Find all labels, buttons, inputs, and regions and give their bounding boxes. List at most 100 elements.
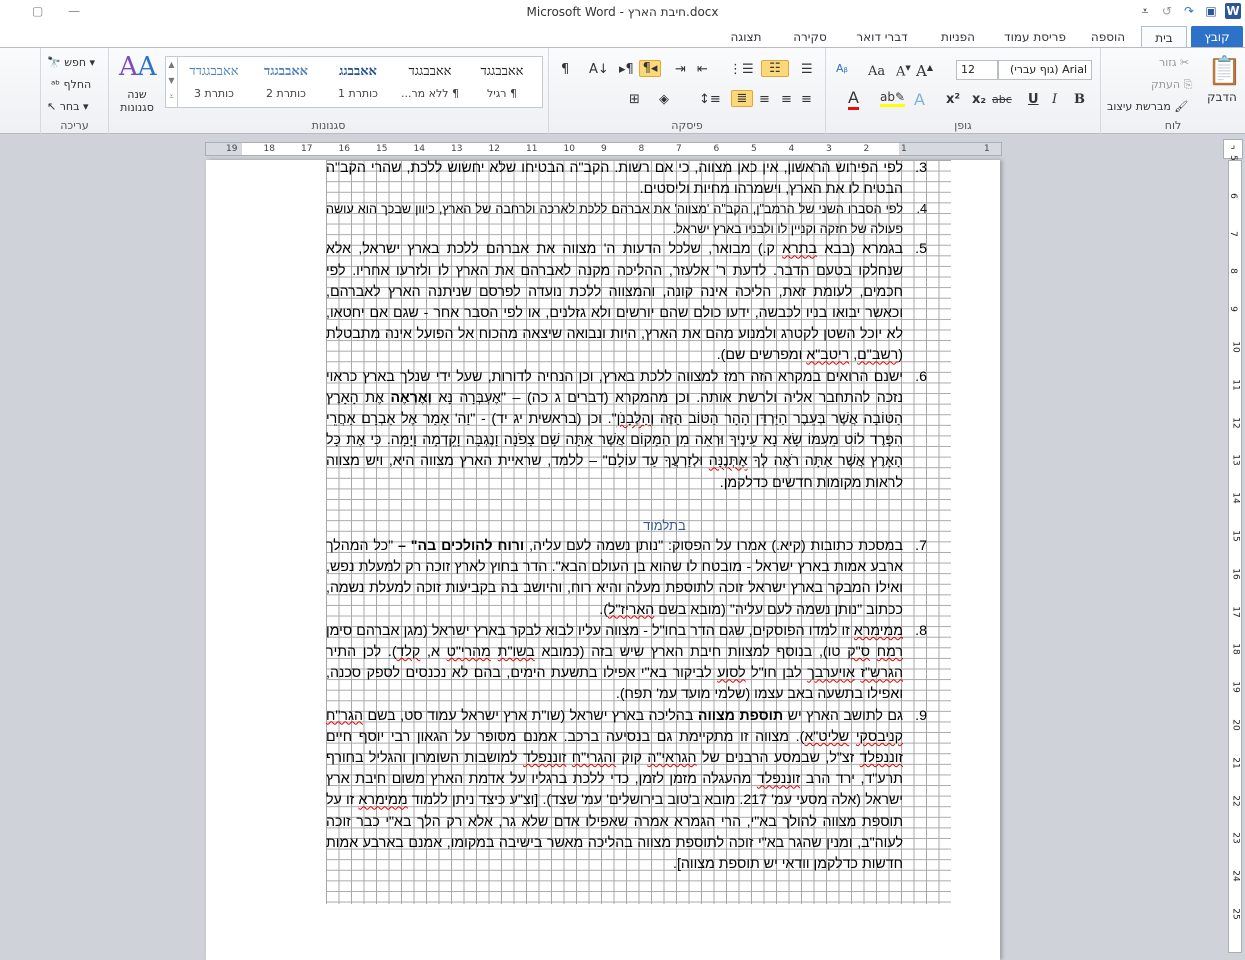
spelling-error-text: האריז"ל xyxy=(607,601,655,618)
paragraph-text: בגמרא (בבא xyxy=(817,241,903,258)
gallery-scroll[interactable]: ▲ ▼ ⩡ xyxy=(166,57,178,107)
change-styles-button[interactable]: שנה סגנונות xyxy=(115,88,159,114)
style-sample: אאבבגגד xyxy=(263,64,309,79)
font-color-icon[interactable]: A xyxy=(848,88,859,110)
tab-file[interactable]: קובץ xyxy=(1191,26,1243,48)
style-no-spacing[interactable]: אאבבגגד ¶ ללא מר... xyxy=(394,63,466,100)
ruler-tick: 12 xyxy=(1230,416,1241,429)
ruler-tick: 10 xyxy=(563,144,575,154)
tab-insert[interactable]: הוספה xyxy=(1083,26,1133,48)
clear-formatting-icon[interactable]: Aᵦ xyxy=(836,62,848,75)
tab-view[interactable]: תצוגה xyxy=(721,26,771,48)
list-paragraph: 5. בגמרא (בבא בתרא ק.) מבואר, שלכל הדעות … xyxy=(326,239,927,366)
justify-icon[interactable]: ≣ xyxy=(731,90,753,107)
paragraph-text: לפי הפירוש הראשון, אין כאן מצווה, כי אם … xyxy=(326,160,903,198)
superscript-icon[interactable]: x² xyxy=(946,92,960,107)
tab-references[interactable]: הפניות xyxy=(933,26,983,48)
highlight-color-icon[interactable]: ab✎ xyxy=(880,90,906,107)
style-heading-2[interactable]: אאבבגגד כותרת 2 xyxy=(250,63,322,100)
document-page[interactable]: 3. לפי הפירוש הראשון, אין כאן מצווה, כי א… xyxy=(206,160,1000,960)
align-left-icon[interactable]: ≡ xyxy=(759,92,770,107)
paste-icon[interactable]: 📋 xyxy=(1207,54,1242,87)
ltr-direction-icon[interactable]: ▸¶ xyxy=(619,62,634,77)
find-button[interactable]: ▾ חפש 🔭 xyxy=(47,56,95,69)
horizontal-ruler[interactable]: 19 18 17 16 15 14 13 12 11 10 9 8 7 6 5 4 3 2 1 1 xyxy=(205,142,1002,156)
ruler-tick: 17 xyxy=(1230,605,1241,618)
ruler-tick: 21 xyxy=(1230,757,1241,769)
select-button[interactable]: ▾ בחר ↖ xyxy=(47,100,89,113)
style-name: ¶ רגיל xyxy=(487,87,517,100)
numbering-icon[interactable]: ☷ xyxy=(761,60,789,77)
strikethrough-icon[interactable]: abc xyxy=(992,93,1012,106)
style-heading-3[interactable]: אאבבגגדד כותרת 3 xyxy=(178,63,250,100)
font-size-select[interactable]: 12 xyxy=(956,60,998,80)
borders-icon[interactable]: ⊞ xyxy=(629,92,640,107)
paste-button[interactable]: הדבק xyxy=(1207,90,1237,104)
rtl-direction-icon[interactable]: ¶◂ xyxy=(639,60,661,77)
spelling-error-text: אויערבך xyxy=(807,665,855,682)
tab-review[interactable]: סקירה xyxy=(785,26,835,48)
customize-qat-icon[interactable]: ⩡ xyxy=(1137,3,1153,19)
bullets-icon[interactable]: ☰ xyxy=(801,62,813,77)
section-heading: בתלמוד xyxy=(643,517,686,533)
document-body[interactable]: 3. לפי הפירוש הראשון, אין כאן מצווה, כי א… xyxy=(326,158,927,875)
paragraph-text: בהליכה בארץ ישראל (שו"ת ארץ ישראל עמוד ס… xyxy=(362,707,698,724)
tab-mailings[interactable]: דברי דואר xyxy=(847,26,917,48)
ruler-tick: 16 xyxy=(1230,568,1241,580)
style-heading-1[interactable]: אאבבגג כותרת 1 xyxy=(322,63,394,100)
redo-icon[interactable]: ↷ xyxy=(1181,3,1197,19)
tab-page-layout[interactable]: פריסת עמוד xyxy=(995,26,1075,48)
ruler-tick: 24 xyxy=(1230,870,1241,882)
spelling-error-text: הגר"ח xyxy=(326,707,363,724)
paragraph-text: ומפרשים שם). xyxy=(716,347,807,364)
align-right-icon[interactable]: ≡ xyxy=(801,92,812,107)
spelling-error-text: זוננפלד xyxy=(523,750,567,767)
copy-button[interactable]: ⎘ העתק xyxy=(1151,78,1192,92)
list-number: 6. xyxy=(915,368,927,385)
bold-icon[interactable]: B xyxy=(1074,92,1085,107)
increase-indent-icon[interactable]: ⇥ xyxy=(675,62,686,77)
style-name: כותרת 3 xyxy=(194,87,234,100)
format-painter-button[interactable]: 🖌 מברשת עיצוב xyxy=(1107,100,1188,113)
ruler-tick: 11 xyxy=(526,144,538,154)
save-icon[interactable]: ▣ xyxy=(1203,3,1219,19)
change-styles-icon[interactable]: AA xyxy=(119,52,157,82)
spelling-error-text: רמח xyxy=(876,644,903,661)
multilevel-list-icon[interactable]: ⋮☰ xyxy=(729,62,754,77)
tab-home[interactable]: בית xyxy=(1141,26,1187,48)
line-spacing-icon[interactable]: ↕≡ xyxy=(699,92,721,107)
italic-icon[interactable]: I xyxy=(1052,92,1057,107)
ruler-tick: 15 xyxy=(1230,530,1241,542)
vertical-ruler[interactable]: 5 6 7 8 9 10 11 12 13 14 15 16 17 18 19 20 21 22 23 24 25 xyxy=(1227,155,1242,953)
text-effects-icon[interactable]: A xyxy=(914,90,925,109)
ruler-tick: 5 xyxy=(751,144,757,154)
style-sample: אאבבגגד xyxy=(480,64,524,79)
spelling-error-text: וְהַלְּבָנֹן xyxy=(616,411,655,428)
shrink-font-icon[interactable]: A▼ xyxy=(896,64,911,79)
sort-icon[interactable]: A↓ xyxy=(589,62,609,77)
underline-icon[interactable]: U xyxy=(1028,92,1039,107)
ruler-tick: 3 xyxy=(826,144,832,154)
list-number: 5. xyxy=(915,241,927,258)
font-name-select[interactable]: Arial (גוף עברי) xyxy=(998,60,1092,80)
list-number: 9. xyxy=(915,707,927,724)
align-center-icon[interactable]: ≡ xyxy=(781,92,792,107)
window-title: Microsoft Word - חיבת הארץ.docx xyxy=(526,5,719,19)
ruler-tick: 13 xyxy=(1230,454,1241,467)
change-case-icon[interactable]: Aa xyxy=(868,64,885,79)
replace-button[interactable]: החלף ᵃᵇ xyxy=(51,78,91,91)
cut-button[interactable]: ✂ גזור xyxy=(1159,56,1189,69)
style-normal[interactable]: אאבבגגד ¶ רגיל xyxy=(466,63,538,100)
bold-text: תוספת מצווה xyxy=(697,707,784,724)
find-label: חפש xyxy=(64,56,87,69)
ruler-tick: 7 xyxy=(1227,230,1238,237)
undo-icon[interactable]: ↺ xyxy=(1159,3,1175,19)
ruler-tick: 8 xyxy=(638,144,645,154)
grow-font-icon[interactable]: A▲ xyxy=(916,62,933,80)
shading-icon[interactable]: ◈ xyxy=(659,92,669,107)
styles-gallery: אאבבגגד ¶ רגיל אאבבגגד ¶ ללא מר... אאבבגג כ… xyxy=(165,56,543,108)
spelling-error-text: ממימרא xyxy=(358,792,408,809)
subscript-icon[interactable]: x₂ xyxy=(972,92,986,107)
decrease-indent-icon[interactable]: ⇤ xyxy=(697,62,708,77)
show-formatting-icon[interactable]: ¶ xyxy=(561,62,569,77)
